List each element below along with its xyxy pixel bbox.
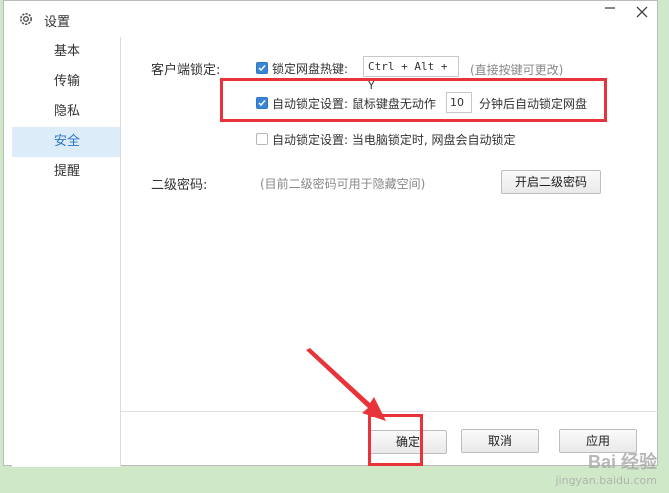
hotkey-checkbox[interactable] [256,62,268,74]
pc-lock-label: 自动锁定设置: 当电脑锁定时, 网盘会自动锁定 [272,133,516,147]
watermark-logo: Bai 经验 [587,452,657,472]
sidebar-item-security[interactable]: 安全 [12,127,120,157]
sidebar-item-reminder[interactable]: 提醒 [12,157,120,187]
second-password-hint: (目前二级密码可用于隐藏空间) [260,177,426,191]
pc-lock-checkbox[interactable] [256,133,268,145]
annotation-arrow-icon [306,348,386,421]
window-title: 设置 [44,15,71,30]
hotkey-label: 锁定网盘热键: [272,62,349,76]
minimize-icon [605,7,615,9]
close-button[interactable] [628,1,656,23]
highlight-box-idle-lock [220,78,607,122]
minimize-button[interactable] [596,1,624,23]
hotkey-hint: (直接按键可更改) [470,63,564,77]
watermark-url: jingyan.baidu.com [555,474,657,487]
enable-second-password-button[interactable]: 开启二级密码 [501,170,601,194]
hotkey-input[interactable]: Ctrl + Alt + Y [363,56,459,92]
check-icon [258,65,266,72]
client-lock-label: 客户端锁定: [151,63,221,78]
gear-icon [18,11,34,27]
cancel-button[interactable]: 取消 [461,429,539,453]
sidebar-item-privacy[interactable]: 隐私 [12,97,120,127]
close-icon [636,6,648,18]
sidebar-item-transfer[interactable]: 传输 [12,67,120,97]
sidebar-item-basic[interactable]: 基本 [12,37,120,67]
watermark: Bai 经验 jingyan.baidu.com [555,448,657,487]
title-bar: 设置 [4,1,657,37]
second-password-label: 二级密码: [151,178,208,193]
sidebar: 基本 传输 隐私 安全 提醒 [12,37,121,467]
